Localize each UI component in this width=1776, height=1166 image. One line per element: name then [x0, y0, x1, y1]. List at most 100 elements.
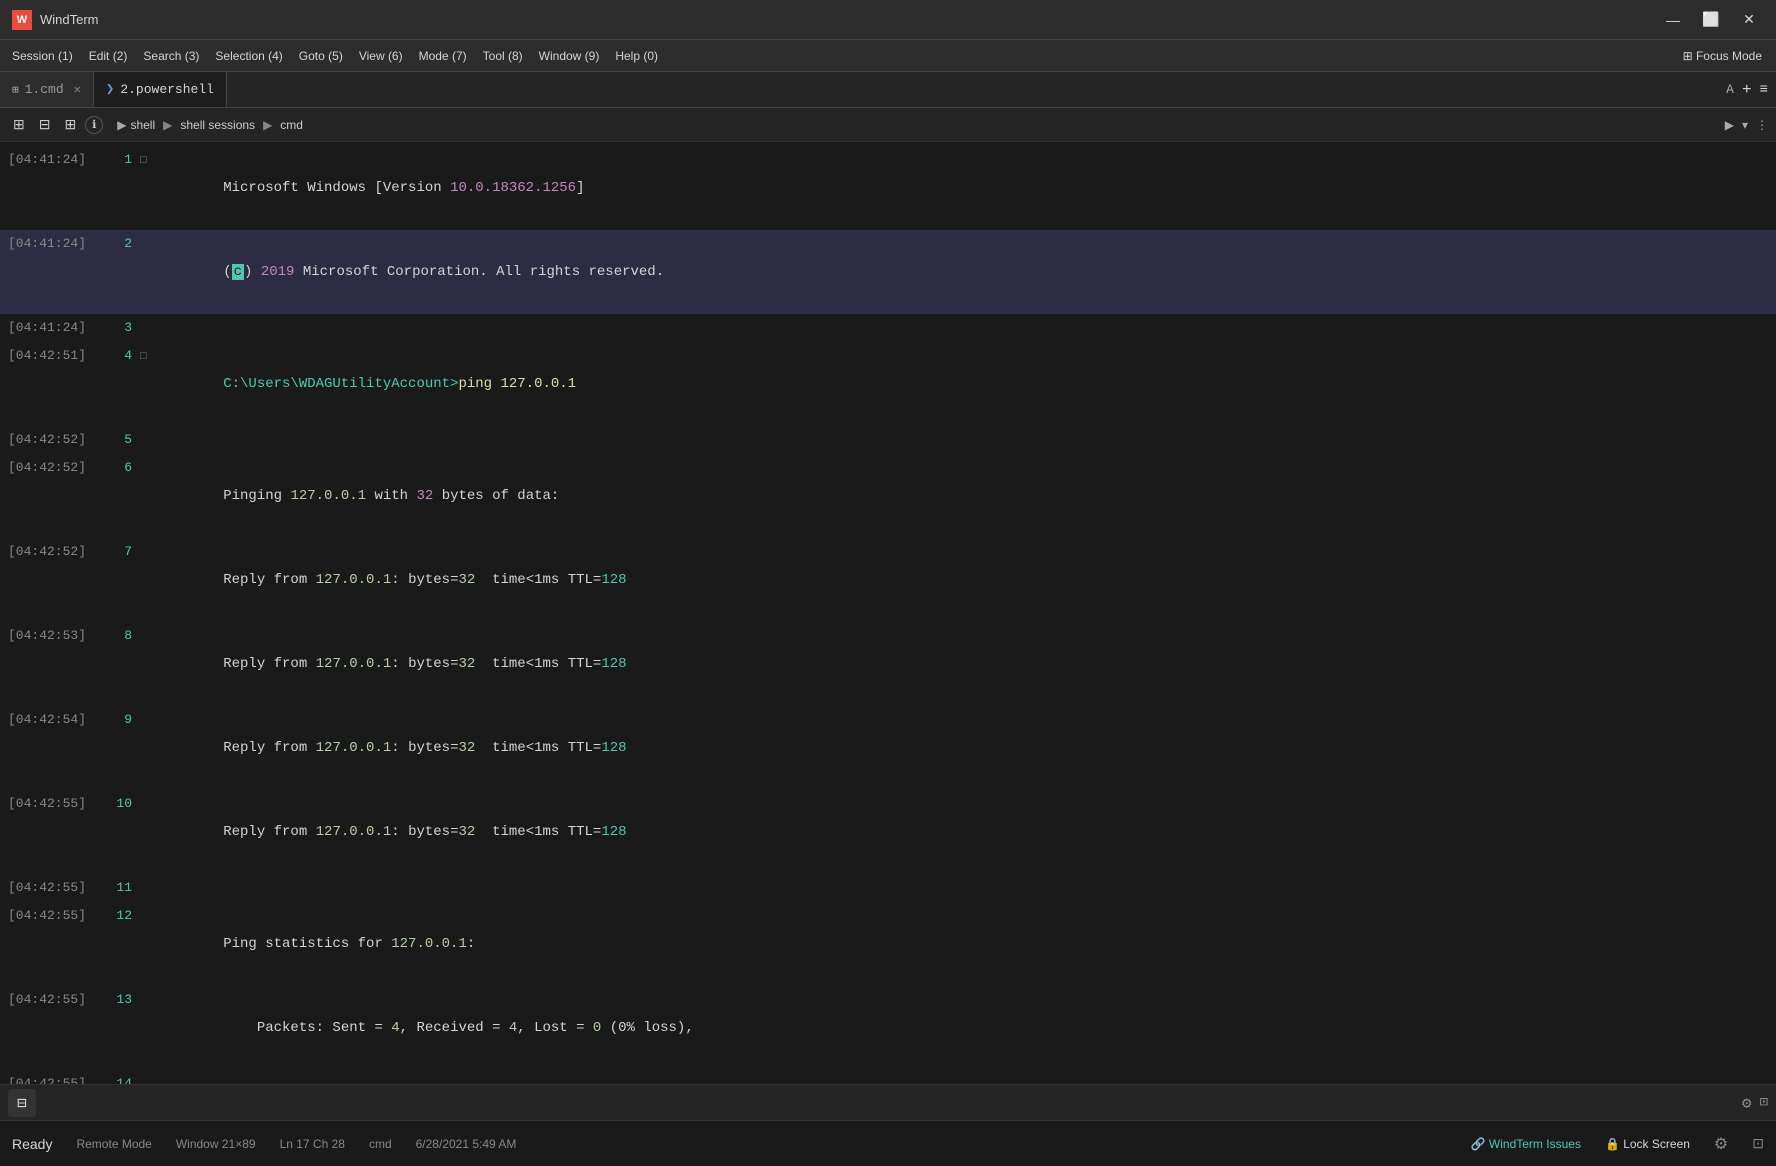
ts-4: [04:42:51] [0, 342, 100, 370]
title-text: WindTerm [40, 12, 1658, 27]
breadcrumb-expand-icon[interactable]: ▶ [1725, 118, 1734, 132]
status-remote-mode: Remote Mode [76, 1137, 151, 1151]
font-size-icon[interactable]: A [1726, 82, 1734, 97]
terminal-line-4: [04:42:51] 4 □ C:\Users\WDAGUtilityAccou… [0, 342, 1776, 426]
lc-8: Reply from 127.0.0.1: bytes=32 time<1ms … [156, 622, 1776, 706]
terminal-line-9: [04:42:54] 9 Reply from 127.0.0.1: bytes… [0, 706, 1776, 790]
breadcrumb-down-icon[interactable]: ▾ [1742, 118, 1748, 132]
window-controls: — ⬜ ✕ [1658, 10, 1764, 30]
bottom-panel: ⊟ ⚙ ⊡ [0, 1084, 1776, 1120]
lc-12: Ping statistics for 127.0.0.1: [156, 902, 1776, 986]
terminal-area[interactable]: [04:41:24] 1 □ Microsoft Windows [Versio… [0, 142, 1776, 1084]
breadcrumb-actions: ▶ ▾ ⋮ [1725, 118, 1768, 132]
lock-screen-button[interactable]: 🔒 Lock Screen [1605, 1137, 1690, 1151]
menu-session[interactable]: Session (1) [4, 45, 81, 67]
menu-tool[interactable]: Tool (8) [475, 45, 531, 67]
ln-8: 8 [100, 622, 140, 650]
ln-10: 10 [100, 790, 140, 818]
tab-actions: A + ≡ [1718, 72, 1776, 107]
ln-12: 12 [100, 902, 140, 930]
info-button[interactable]: ℹ [85, 116, 103, 134]
terminal-line-8: [04:42:53] 8 Reply from 127.0.0.1: bytes… [0, 622, 1776, 706]
lc-1: Microsoft Windows [Version 10.0.18362.12… [156, 146, 1776, 230]
lc-6: Pinging 127.0.0.1 with 32 bytes of data: [156, 454, 1776, 538]
menu-edit[interactable]: Edit (2) [81, 45, 136, 67]
new-tab-button[interactable]: + [1742, 81, 1752, 99]
ln-5: 5 [100, 426, 140, 454]
minimize-button[interactable]: — [1658, 10, 1688, 30]
ts-5: [04:42:52] [0, 426, 100, 454]
ln-2: 2 [100, 230, 140, 258]
lc-13: Packets: Sent = 4, Received = 4, Lost = … [156, 986, 1776, 1070]
app-icon: W [12, 10, 32, 30]
terminal-content: [04:41:24] 1 □ Microsoft Windows [Versio… [0, 142, 1776, 1084]
menu-goto[interactable]: Goto (5) [291, 45, 351, 67]
bc-arrow: ▶ [117, 118, 126, 132]
fold-1: □ [140, 147, 156, 175]
breadcrumb-shell-sessions[interactable]: shell sessions [180, 118, 255, 132]
terminal-line-1: [04:41:24] 1 □ Microsoft Windows [Versio… [0, 146, 1776, 230]
cmd-tab-icon: ⊞ [12, 83, 19, 97]
breadcrumb-bar: ⊞ ⊟ ⊞ ℹ ▶ shell ▶ shell sessions ▶ cmd ▶… [0, 108, 1776, 142]
tab-cmd[interactable]: ⊞ 1.cmd ✕ [0, 72, 94, 107]
terminal-line-11: [04:42:55] 11 [0, 874, 1776, 902]
close-button[interactable]: ✕ [1734, 10, 1764, 30]
breadcrumb-shell[interactable]: shell [130, 118, 155, 132]
ln-11: 11 [100, 874, 140, 902]
tab-powershell[interactable]: ❯ 2.powershell [94, 72, 227, 107]
lc-14: Approximate round trip times in milli-se… [156, 1070, 1776, 1084]
terminal-line-13: [04:42:55] 13 Packets: Sent = 4, Receive… [0, 986, 1776, 1070]
fold-4: □ [140, 343, 156, 371]
panel-settings-icon[interactable]: ⚙ [1742, 1093, 1752, 1113]
menu-help[interactable]: Help (0) [607, 45, 666, 67]
ts-10: [04:42:55] [0, 790, 100, 818]
ts-7: [04:42:52] [0, 538, 100, 566]
lc-10: Reply from 127.0.0.1: bytes=32 time<1ms … [156, 790, 1776, 874]
breadcrumb-menu-icon[interactable]: ⋮ [1756, 118, 1768, 132]
terminal-line-7: [04:42:52] 7 Reply from 127.0.0.1: bytes… [0, 538, 1776, 622]
breadcrumb-cmd[interactable]: cmd [280, 118, 303, 132]
new-session-button[interactable]: ⊞ [8, 114, 30, 135]
status-bar: Ready Remote Mode Window 21×89 Ln 17 Ch … [0, 1120, 1776, 1166]
menu-window[interactable]: Window (9) [531, 45, 608, 67]
ps-tab-icon: ❯ [106, 81, 114, 98]
panel-expand-icon[interactable]: ⊡ [1760, 1094, 1768, 1111]
ts-8: [04:42:53] [0, 622, 100, 650]
ts-12: [04:42:55] [0, 902, 100, 930]
windterm-issues-link[interactable]: 🔗 WindTerm Issues [1471, 1137, 1581, 1151]
split-h-button[interactable]: ⊟ [34, 114, 56, 135]
ts-14: [04:42:55] [0, 1070, 100, 1084]
status-shell: cmd [369, 1137, 392, 1151]
ln-6: 6 [100, 454, 140, 482]
bc-sep-1: ▶ [163, 118, 172, 132]
lc-7: Reply from 127.0.0.1: bytes=32 time<1ms … [156, 538, 1776, 622]
menu-mode[interactable]: Mode (7) [411, 45, 475, 67]
menu-search[interactable]: Search (3) [135, 45, 207, 67]
focus-mode-button[interactable]: ⊞ Focus Mode [1673, 45, 1772, 67]
panel-terminal-icon[interactable]: ⊟ [8, 1089, 36, 1117]
ts-1: [04:41:24] [0, 146, 100, 174]
terminal-line-6: [04:42:52] 6 Pinging 127.0.0.1 with 32 b… [0, 454, 1776, 538]
menu-selection[interactable]: Selection (4) [207, 45, 290, 67]
split-v-button[interactable]: ⊞ [59, 114, 81, 135]
ts-3: [04:41:24] [0, 314, 100, 342]
tab-menu-button[interactable]: ≡ [1760, 82, 1768, 98]
toolbar-left: ⊞ ⊟ ⊞ ℹ [8, 114, 103, 135]
settings-gear-icon[interactable]: ⚙ [1714, 1134, 1728, 1154]
menu-view[interactable]: View (6) [351, 45, 411, 67]
cmd-tab-close[interactable]: ✕ [74, 82, 81, 97]
terminal-line-3: [04:41:24] 3 [0, 314, 1776, 342]
title-bar: W WindTerm — ⬜ ✕ [0, 0, 1776, 40]
ts-13: [04:42:55] [0, 986, 100, 1014]
ln-14: 14 [100, 1070, 140, 1084]
menu-bar: Session (1) Edit (2) Search (3) Selectio… [0, 40, 1776, 72]
ln-3: 3 [100, 314, 140, 342]
ps-tab-label: 2.powershell [120, 82, 214, 97]
ts-6: [04:42:52] [0, 454, 100, 482]
lc-3 [156, 314, 1776, 342]
ts-9: [04:42:54] [0, 706, 100, 734]
lc-4: C:\Users\WDAGUtilityAccount>ping 127.0.0… [156, 342, 1776, 426]
expand-status-icon[interactable]: ⊡ [1752, 1135, 1764, 1152]
maximize-button[interactable]: ⬜ [1696, 10, 1726, 30]
cmd-tab-label: 1.cmd [25, 82, 64, 97]
